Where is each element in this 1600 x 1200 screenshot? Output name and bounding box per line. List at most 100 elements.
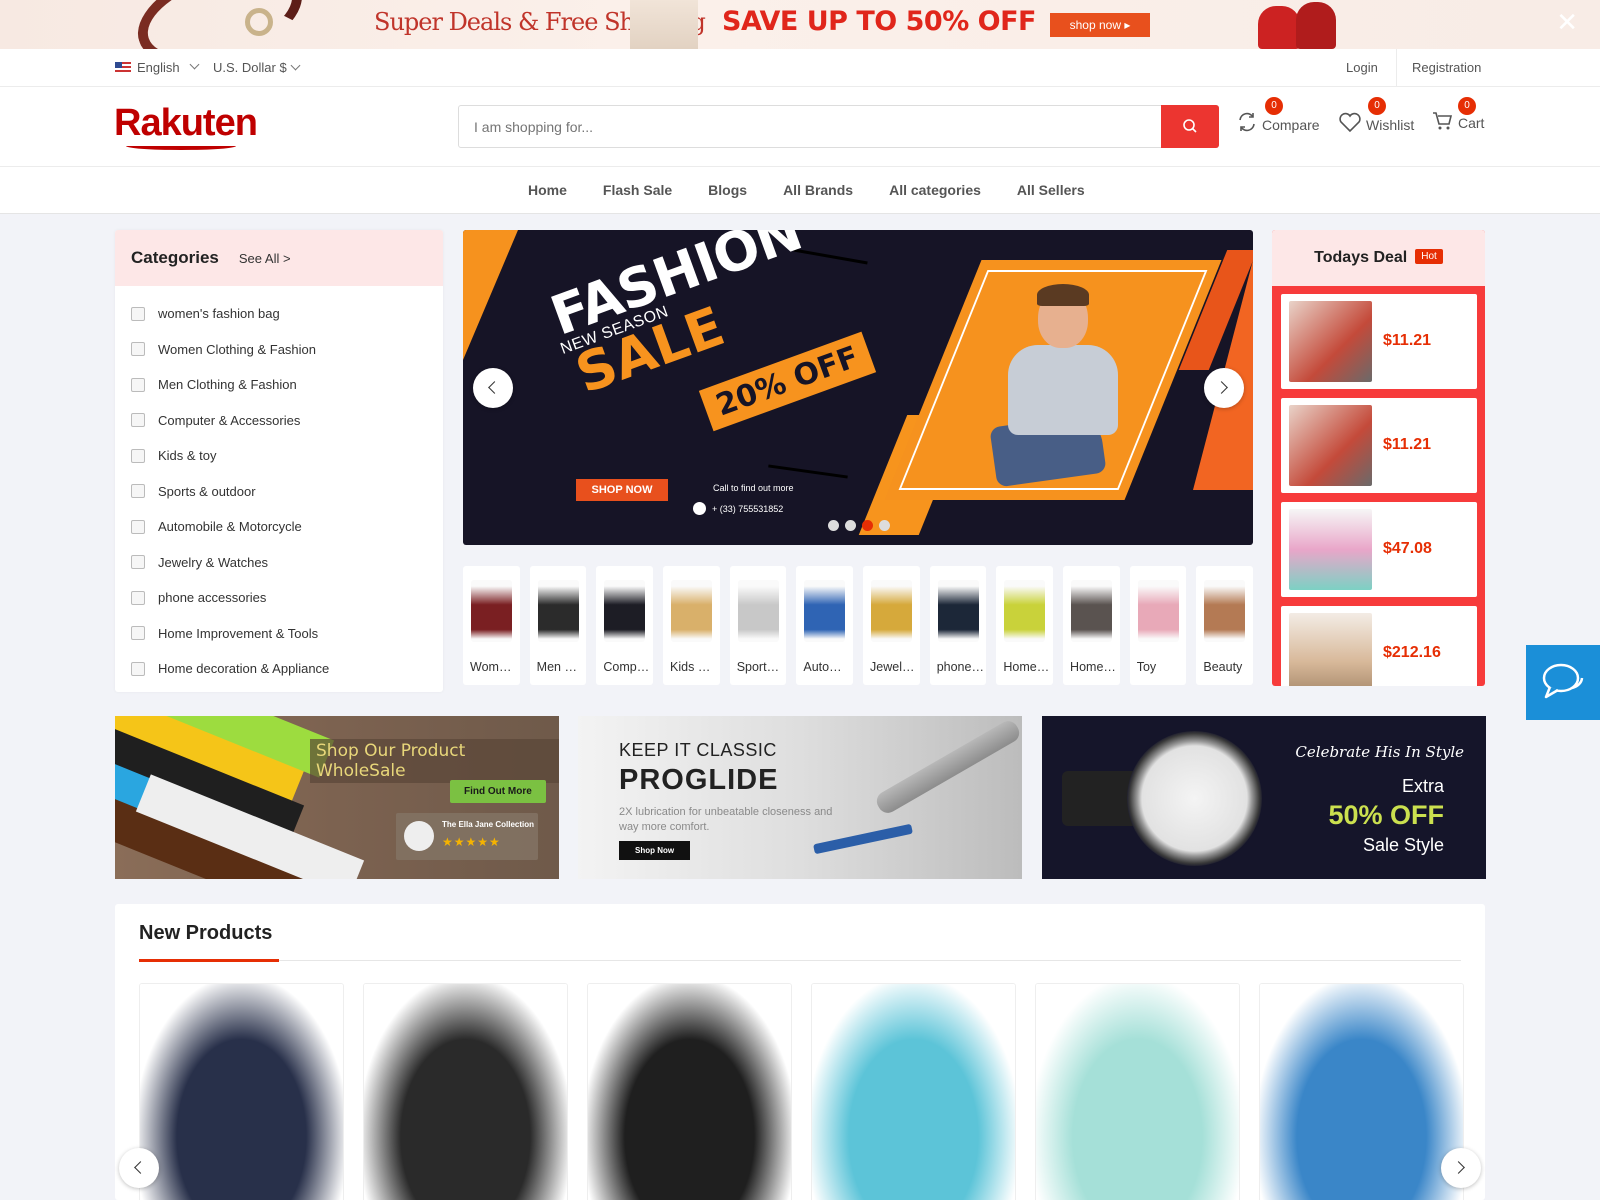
nav-all-categories[interactable]: All categories <box>871 167 999 214</box>
wholesale-banner[interactable]: Shop Our Product WholeSale Find Out More… <box>115 716 559 879</box>
product-card[interactable] <box>587 983 792 1200</box>
category-item[interactable]: Home decoration & Appliance <box>115 651 443 687</box>
deal-item-price: $11.21 <box>1383 436 1432 453</box>
find-out-more-button[interactable]: Find Out More <box>450 780 546 803</box>
category-tile[interactable]: Home Improvement & Tools <box>996 566 1054 685</box>
tools-icon <box>131 626 145 641</box>
category-item[interactable]: Women Clothing & Fashion <box>115 332 443 368</box>
category-tile[interactable]: Sports & outdoor <box>729 566 787 685</box>
slider-dot[interactable] <box>845 520 856 531</box>
proglide-banner[interactable]: KEEP IT CLASSIC PROGLIDE 2X lubrication … <box>578 716 1022 879</box>
cart-label: Cart <box>1458 115 1485 131</box>
product-card[interactable] <box>811 983 1016 1200</box>
nav-flash-sale[interactable]: Flash Sale <box>585 167 690 214</box>
products-prev-button[interactable] <box>119 1148 159 1188</box>
category-tile[interactable]: Men Clothing & Fashion <box>529 566 587 685</box>
slider-dot[interactable] <box>828 520 839 531</box>
currency-selector[interactable]: U.S. Dollar $ <box>213 60 301 75</box>
search-button[interactable] <box>1161 105 1219 148</box>
slider-prev-button[interactable] <box>473 368 513 408</box>
wishlist-button[interactable]: Wishlist 0 <box>1338 97 1414 133</box>
decor-streak <box>768 464 848 479</box>
category-item[interactable]: Kids & toy <box>115 438 443 474</box>
category-tile[interactable]: Automobile & Motorcycle <box>796 566 854 685</box>
chat-button[interactable] <box>1526 645 1600 720</box>
category-tile[interactable]: Kids & toy <box>663 566 720 685</box>
watch-banner[interactable]: Celebrate His In Style Extra 50% OFF Sal… <box>1042 716 1486 879</box>
product-card[interactable] <box>363 983 568 1200</box>
deal-item[interactable]: $212.16 <box>1281 606 1477 686</box>
nav-home[interactable]: Home <box>510 167 585 214</box>
language-selector[interactable]: English <box>115 59 200 75</box>
category-tile-label: Kids & toy <box>670 660 718 674</box>
category-tile-image <box>671 580 713 642</box>
deal-item[interactable]: $11.21 <box>1281 398 1477 493</box>
category-item[interactable]: Home Improvement & Tools <box>115 616 443 652</box>
nav-all-sellers[interactable]: All Sellers <box>999 167 1103 214</box>
slider-dot-active[interactable] <box>862 520 873 531</box>
category-tile[interactable]: phone accessories <box>929 566 987 685</box>
category-tile[interactable]: Toy <box>1129 566 1187 685</box>
slider-next-button[interactable] <box>1204 368 1244 408</box>
compare-label: Compare <box>1262 117 1320 133</box>
promo-offer: SAVE UP TO 50% OFF <box>722 6 1037 37</box>
razor-handle-image <box>873 717 1022 817</box>
category-item[interactable]: Sports & outdoor <box>115 474 443 510</box>
category-label: women's fashion bag <box>158 306 280 322</box>
wholesale-title: Shop Our Product WholeSale <box>310 739 559 783</box>
category-tile-image <box>937 580 979 642</box>
product-card[interactable] <box>1035 983 1240 1200</box>
category-label: Men Clothing & Fashion <box>158 377 297 393</box>
category-label: phone accessories <box>158 590 267 606</box>
product-card[interactable] <box>139 983 344 1200</box>
search-input[interactable] <box>459 106 1159 147</box>
category-tile[interactable]: Computer & Accessories <box>596 566 654 685</box>
category-tile-label: Men Clothing & Fashion <box>536 660 585 674</box>
category-tile-label: Jewelry & Watches <box>870 660 918 674</box>
product-image <box>140 984 343 1200</box>
bag-icon <box>131 306 145 321</box>
nav-blogs[interactable]: Blogs <box>690 167 765 214</box>
proglide-kicker: KEEP IT CLASSIC <box>619 740 777 760</box>
category-item[interactable]: Computer & Accessories <box>115 403 443 439</box>
section-title: New Products <box>139 922 273 944</box>
decor-stripe <box>463 230 518 360</box>
promo-shop-now-button[interactable]: shop now ▸ <box>1050 13 1150 37</box>
category-item[interactable]: Jewelry & Watches <box>115 545 443 581</box>
deal-item[interactable]: $11.21 <box>1281 294 1477 389</box>
category-tile[interactable]: Home decoration & Appliance <box>1063 566 1120 685</box>
cart-button[interactable]: Cart 0 <box>1432 97 1485 131</box>
nav-all-brands[interactable]: All Brands <box>765 167 871 214</box>
category-item[interactable]: Automobile & Motorcycle <box>115 509 443 545</box>
product-image <box>588 984 791 1200</box>
category-item[interactable]: women's fashion bag <box>115 296 443 332</box>
category-tile[interactable]: Beauty <box>1196 566 1254 685</box>
category-label: Sports & outdoor <box>158 483 256 499</box>
logo-swoosh <box>126 142 236 150</box>
category-tile[interactable]: Jewelry & Watches <box>863 566 920 685</box>
registration-link[interactable]: Registration <box>1412 60 1481 75</box>
products-next-button[interactable] <box>1441 1148 1481 1188</box>
deal-item[interactable]: $47.08 <box>1281 502 1477 597</box>
login-link[interactable]: Login <box>1346 60 1378 75</box>
slide-shop-now-button[interactable]: SHOP NOW <box>576 479 668 501</box>
category-tile-image <box>1137 580 1179 642</box>
proglide-shop-now-button[interactable]: Shop Now <box>619 841 691 860</box>
top-promo-banner[interactable]: Super Deals & Free Shipping SAVE UP TO 5… <box>0 0 1600 49</box>
watch-image <box>1127 731 1262 866</box>
compare-button[interactable]: Compare 0 <box>1236 97 1320 133</box>
us-flag-icon <box>115 62 131 73</box>
category-label: Jewelry & Watches <box>158 554 269 570</box>
category-item[interactable]: Men Clothing & Fashion <box>115 367 443 403</box>
slider-dot[interactable] <box>879 520 890 531</box>
product-card[interactable] <box>1259 983 1464 1200</box>
close-icon[interactable]: ✕ <box>1556 10 1578 36</box>
product-image <box>812 984 1015 1200</box>
see-all-link[interactable]: See All > <box>239 251 291 266</box>
brand-logo-icon <box>404 821 434 851</box>
category-item[interactable]: phone accessories <box>115 580 443 616</box>
hero-slider[interactable]: NEW SEASON FASHION SALE 20% OFF SHOP NOW… <box>463 230 1253 545</box>
logo[interactable]: Rakuten <box>114 102 258 145</box>
category-tiles: Women Clothing & Fashion Men Clothing & F… <box>463 566 1254 685</box>
category-tile[interactable]: Women Clothing & Fashion <box>463 566 520 685</box>
